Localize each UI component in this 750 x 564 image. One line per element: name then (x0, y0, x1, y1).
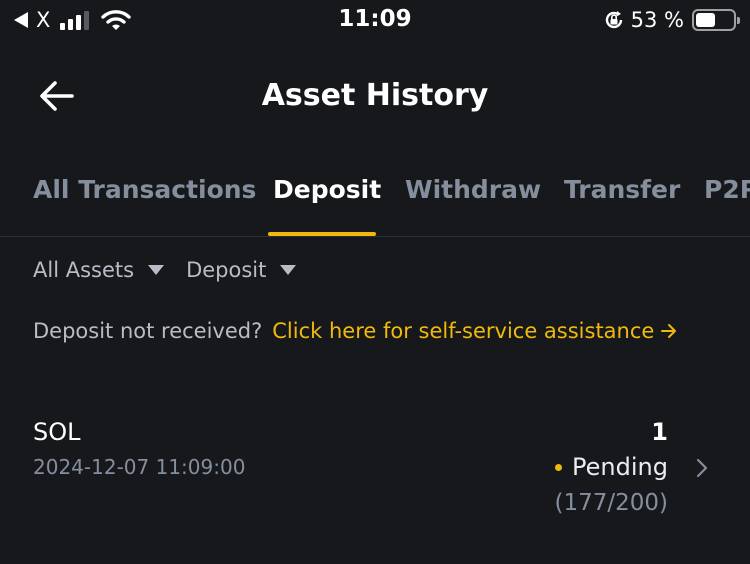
transaction-status: Pending (555, 453, 668, 481)
tab-all-transactions[interactable]: All Transactions (33, 175, 256, 204)
transaction-confirmations: (177/200) (554, 490, 669, 516)
back-button[interactable] (34, 76, 78, 116)
type-filter-label: Deposit (186, 258, 267, 282)
chevron-right-icon (696, 458, 708, 478)
deposit-notice: Deposit not received? Click here for sel… (33, 319, 678, 343)
type-filter-dropdown[interactable]: Deposit (186, 258, 297, 282)
tab-bar: All Transactions Deposit Withdraw Transf… (0, 165, 750, 237)
filter-bar: All Assets Deposit (33, 256, 318, 284)
notice-text: Deposit not received? (33, 319, 263, 343)
battery-fill (696, 13, 716, 27)
caret-down-icon (280, 265, 297, 275)
self-service-link[interactable]: Click here for self-service assistance (272, 319, 678, 343)
tab-withdraw[interactable]: Withdraw (405, 175, 541, 204)
tab-p2p[interactable]: P2P (704, 175, 750, 204)
self-service-link-label: Click here for self-service assistance (272, 319, 655, 343)
page-title: Asset History (261, 78, 489, 113)
orientation-lock-icon (605, 11, 622, 29)
header: Asset History (0, 60, 750, 134)
transaction-row[interactable]: SOL 2024-12-07 11:09:00 1 Pending (177/2… (0, 410, 750, 530)
asset-filter-label: All Assets (33, 258, 135, 282)
tab-deposit[interactable]: Deposit (273, 175, 381, 204)
transaction-amount: 1 (651, 418, 668, 446)
battery-percent: 53 % (630, 8, 684, 32)
arrow-right-icon (661, 324, 677, 338)
status-bar: X 11:09 53 % (0, 0, 750, 42)
status-bar-right: 53 % (603, 6, 740, 34)
battery-icon (692, 9, 740, 31)
caret-down-icon (148, 265, 165, 275)
tab-transfer[interactable]: Transfer (564, 175, 680, 204)
arrow-left-icon (40, 81, 74, 111)
transaction-date: 2024-12-07 11:09:00 (33, 455, 246, 479)
divider (0, 236, 750, 237)
transaction-status-label: Pending (572, 453, 668, 481)
asset-filter-dropdown[interactable]: All Assets (33, 258, 165, 282)
transaction-asset: SOL (33, 418, 81, 446)
status-dot-icon (555, 463, 563, 471)
